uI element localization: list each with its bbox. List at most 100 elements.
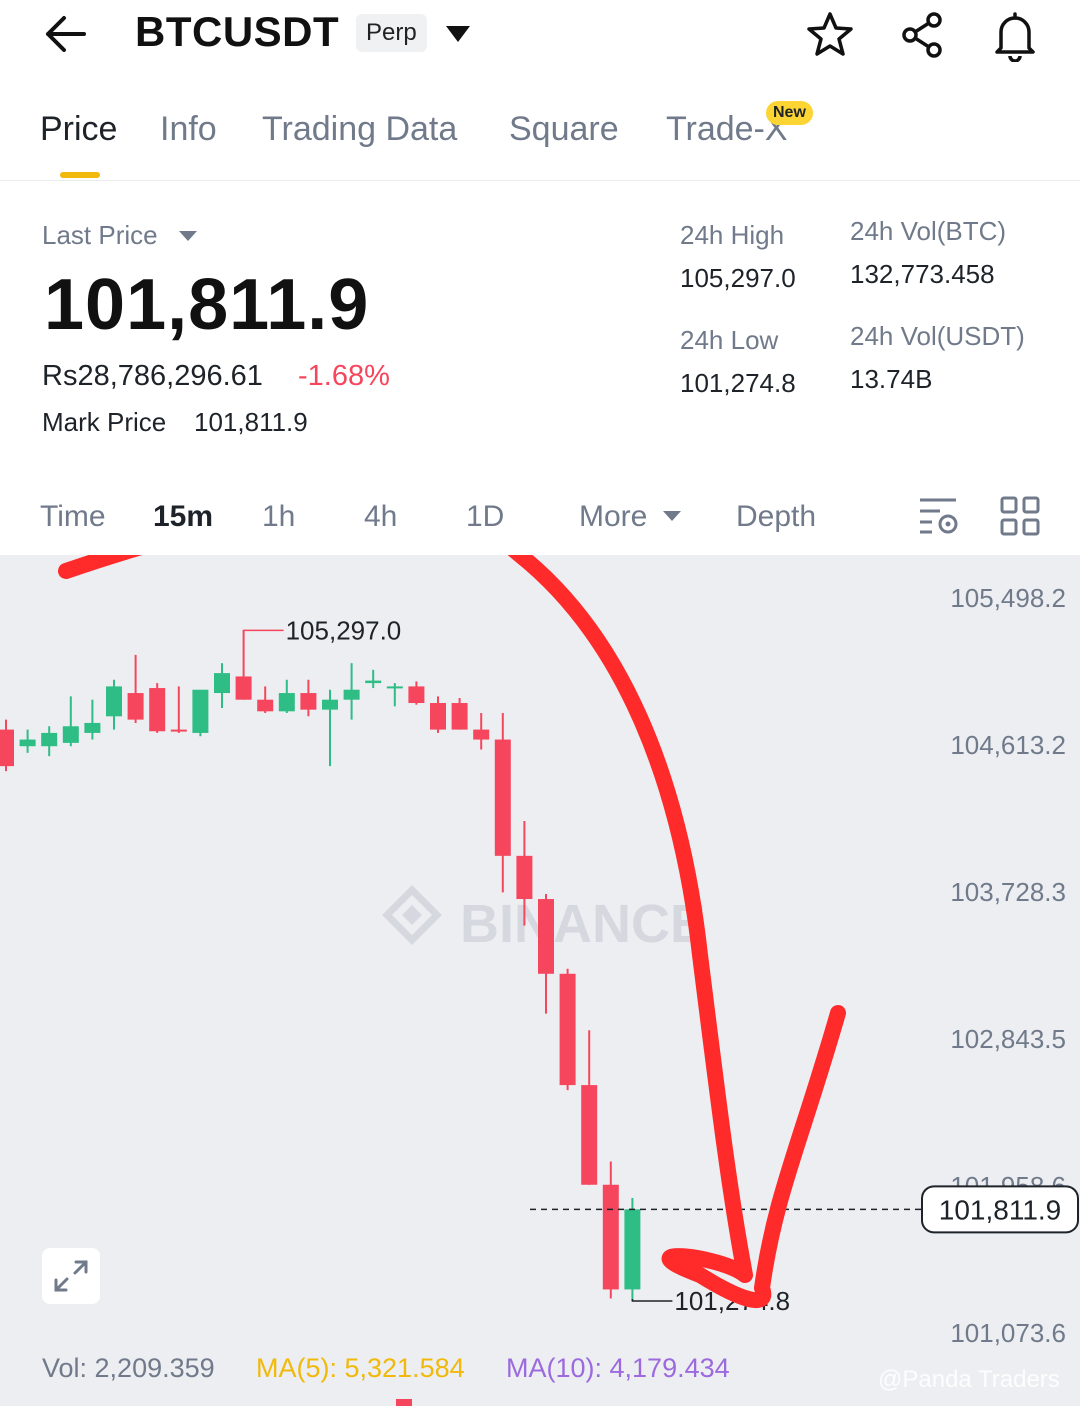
candle-body — [559, 973, 576, 1086]
star-icon[interactable] — [804, 10, 856, 60]
candle — [494, 712, 511, 893]
binance-logo-center-icon — [402, 905, 422, 925]
candle — [343, 663, 360, 720]
candle-body — [624, 1209, 641, 1290]
candle — [538, 894, 554, 1014]
bell-icon[interactable] — [988, 8, 1042, 62]
interval-15m[interactable]: 15m — [153, 500, 213, 534]
candle-body — [430, 703, 446, 730]
high-24h-value: 105,297.0 — [680, 263, 796, 293]
candle-body — [257, 699, 274, 712]
tab-info[interactable]: Info — [160, 110, 217, 149]
y-tick-label: 104,613.2 — [950, 730, 1066, 760]
ma5-readout: MA(5): 5,321.584 — [256, 1353, 465, 1383]
candle-body — [516, 855, 533, 900]
interval-4h[interactable]: 4h — [364, 500, 397, 534]
vol-usdt-label: 24h Vol(USDT) — [850, 321, 1025, 351]
ma10-readout: MA(10): 4,179.434 — [506, 1353, 730, 1383]
candles-group — [0, 630, 641, 1302]
interval-time[interactable]: Time — [40, 500, 106, 534]
more-dropdown-icon[interactable] — [662, 510, 682, 522]
candle-body — [149, 688, 166, 732]
candle — [278, 679, 295, 713]
candle — [235, 630, 252, 700]
candle — [62, 696, 79, 747]
vol-btc-value: 132,773.458 — [850, 259, 995, 289]
candle — [149, 683, 166, 733]
back-arrow-icon[interactable] — [40, 12, 90, 56]
dropdown-caret-icon[interactable] — [444, 24, 472, 44]
layout-grid-icon[interactable] — [1000, 496, 1040, 536]
candle-body — [473, 729, 490, 740]
high-marker-leader — [242, 629, 284, 633]
candle — [214, 663, 230, 708]
vol-btc-label: 24h Vol(BTC) — [850, 216, 1007, 246]
candle — [581, 1030, 598, 1185]
symbol-title[interactable]: BTCUSDT — [135, 8, 339, 56]
candle-body — [451, 703, 468, 730]
candle — [170, 686, 187, 733]
interval-more[interactable]: More — [579, 500, 647, 534]
candle — [257, 686, 274, 713]
tab-price[interactable]: Price — [40, 110, 117, 149]
candle — [41, 726, 58, 757]
vol-usdt-value: 13.74B — [850, 364, 933, 394]
candle-body — [0, 729, 14, 767]
low-marker-leader — [631, 1299, 673, 1302]
share-icon[interactable] — [896, 10, 948, 60]
candle-body — [365, 680, 382, 684]
candle-body — [170, 729, 187, 732]
expand-chart-button[interactable] — [42, 1248, 100, 1304]
price-change-percent: -1.68% — [298, 360, 390, 392]
candle-body — [214, 673, 230, 694]
expand-icon — [54, 1260, 88, 1292]
candle-body — [343, 689, 360, 700]
volume-bar — [396, 1399, 412, 1406]
candle — [0, 719, 14, 772]
high-24h-label: 24h High — [680, 220, 785, 250]
candle — [473, 712, 490, 750]
depth-tab[interactable]: Depth — [736, 500, 816, 534]
candle-body — [192, 689, 209, 733]
red-annotation-arrow — [58, 555, 846, 1309]
mark-price-value: 101,811.9 — [194, 407, 308, 437]
last-price-dropdown-icon[interactable] — [178, 230, 198, 242]
candle — [192, 689, 209, 737]
current-price-tag: 101,811.9 — [939, 1194, 1062, 1225]
interval-1h[interactable]: 1h — [262, 500, 295, 534]
interval-1d[interactable]: 1D — [466, 500, 504, 534]
candle-body — [19, 739, 36, 747]
candle — [322, 689, 338, 767]
candle — [386, 683, 403, 707]
candle-body — [322, 699, 338, 710]
candle — [624, 1198, 641, 1302]
credit-watermark: @Panda Traders — [878, 1366, 1060, 1393]
y-tick-label: 101,073.6 — [950, 1318, 1066, 1348]
tab-trading-data[interactable]: Trading Data — [262, 110, 457, 149]
tab-square[interactable]: Square — [509, 110, 619, 149]
candle-body — [106, 686, 122, 717]
mark-price-label: Mark Price — [42, 407, 167, 437]
candlestick-chart-svg[interactable]: BINANCE 105,498.2 104,613.2 103,728.3 102,8… — [0, 555, 1080, 1406]
candle — [430, 696, 446, 733]
candle — [451, 698, 468, 730]
candle-body — [581, 1085, 598, 1185]
kline-chart[interactable]: BINANCE 105,498.2 104,613.2 103,728.3 102,8… — [0, 555, 1080, 1406]
candle-body — [300, 693, 317, 710]
header-divider — [0, 180, 1080, 181]
contract-type-tag: Perp — [356, 14, 427, 52]
candle — [84, 699, 101, 740]
candle-body — [278, 693, 295, 712]
active-tab-indicator — [60, 172, 100, 178]
candle — [127, 654, 144, 723]
candle-body — [235, 676, 252, 700]
chart-settings-icon[interactable] — [918, 496, 960, 536]
last-price-value: 101,811.9 — [44, 265, 370, 345]
candle — [559, 968, 576, 1091]
candle-body — [41, 732, 58, 747]
y-tick-label: 105,498.2 — [950, 583, 1066, 613]
candle-body — [538, 899, 554, 974]
last-price-label[interactable]: Last Price — [42, 220, 158, 251]
candle — [106, 679, 122, 730]
candle — [300, 679, 317, 717]
